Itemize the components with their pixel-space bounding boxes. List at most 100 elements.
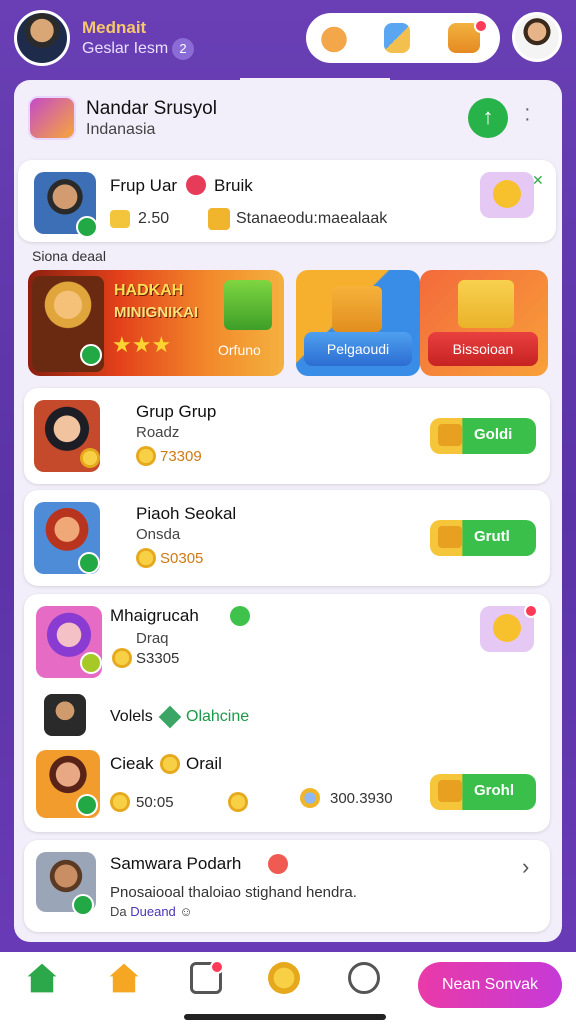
ticket-icon <box>110 210 130 228</box>
game-title: Piaoh Seokal <box>136 504 237 523</box>
chest-icon <box>438 780 462 802</box>
profile-card-text: Stanaeodu:maealaak <box>236 210 388 227</box>
diamond-icon <box>158 705 182 729</box>
user-subtitle: Geslar Iesm <box>82 40 169 57</box>
panel-notch <box>240 78 390 90</box>
notification-dot <box>524 604 538 618</box>
check-badge-icon <box>80 344 102 366</box>
house-icon[interactable] <box>109 963 139 993</box>
game-subtitle: Draq <box>136 630 169 647</box>
game-subtitle: Roadz <box>136 424 180 441</box>
chevron-right-icon[interactable]: › <box>522 854 529 880</box>
volume-label: Volels <box>110 708 153 725</box>
user-name: Mednait <box>82 18 147 37</box>
profile-card-value: 2.50 <box>138 210 170 227</box>
coin-icon <box>112 648 132 668</box>
story-title: Samwara Podarh <box>110 854 242 873</box>
game-coin-value: S0305 <box>160 550 204 567</box>
verified-icon <box>230 606 250 626</box>
banner-gift-button[interactable]: Pelgaoudi <box>304 332 412 366</box>
get-button[interactable]: Grutl <box>430 520 536 556</box>
chest-icon <box>438 526 462 548</box>
profile-card-title-2: Bruik <box>214 176 253 195</box>
cat-icon[interactable] <box>318 23 350 53</box>
check-badge-icon <box>80 652 102 674</box>
group-title: Nandar Srusyol <box>86 98 217 119</box>
get-button[interactable]: Grohl <box>430 774 536 810</box>
check-title-2: Orail <box>186 754 222 773</box>
treasure-icon <box>208 208 230 230</box>
home-icon[interactable] <box>27 963 57 993</box>
get-button-label: Grutl <box>474 528 510 545</box>
home-indicator <box>184 1014 386 1020</box>
arrow-up-button[interactable]: ↑ <box>468 98 508 138</box>
coin-icon <box>160 754 180 774</box>
promo-banner-main[interactable]: HADKAH MINIGNIKAI ★★★ Orfuno <box>28 270 284 376</box>
banner-line-2: MINIGNIKAI <box>114 304 199 321</box>
check-score: 300.3930 <box>330 790 393 807</box>
check-title: Cieak <box>110 754 154 773</box>
more-options-icon[interactable]: · · <box>524 99 531 129</box>
banner-chest-button[interactable]: Bissoioan <box>428 332 538 366</box>
story-meta-link[interactable]: Dueand <box>130 904 176 919</box>
check-badge-icon <box>78 552 100 574</box>
get-button-label: Grohl <box>474 782 514 799</box>
coin-icon <box>136 548 156 568</box>
notification-count-badge: 2 <box>172 38 194 60</box>
game-coin-value: S3305 <box>136 650 180 667</box>
emoji-icon: ☺ <box>179 904 193 919</box>
emoji-sticker-icon[interactable] <box>480 172 534 218</box>
check-value: 50:05 <box>136 794 174 811</box>
volume-value: Olahcine <box>186 708 250 725</box>
coin-icon[interactable] <box>268 962 300 994</box>
heart-icon <box>268 854 288 874</box>
profile-card[interactable]: Frup Uar Bruik 2.50 Stanaeodu:maealaak ✕ <box>18 160 556 242</box>
cta-button[interactable]: Nean Sonvak <box>418 962 562 1008</box>
coin-icon <box>110 792 130 812</box>
game-title: Mhaigrucah <box>110 606 199 625</box>
game-coin-value: 73309 <box>160 448 202 465</box>
quick-actions-pill <box>306 13 500 63</box>
banner-line-1: HADKAH <box>114 282 184 299</box>
check-badge-icon <box>72 894 94 916</box>
online-badge-icon <box>76 216 98 238</box>
document-icon[interactable] <box>384 23 410 53</box>
coin-badge-icon <box>80 448 100 468</box>
gift-box-icon <box>332 286 382 332</box>
volume-avatar <box>44 694 86 736</box>
profile-card-title: Frup Uar <box>110 176 178 195</box>
user-icon[interactable] <box>348 962 380 994</box>
featured-game-card[interactable]: Mhaigrucah Draq S3305 Volels Olahcine Ci… <box>24 594 550 832</box>
coin-stack-icon <box>300 788 320 808</box>
group-header: Nandar Srusyol Indanasia ↑ · · <box>16 90 560 156</box>
section-label: Siona deaal <box>32 248 106 264</box>
get-button[interactable]: Goldi <box>430 418 536 454</box>
coin-icon <box>228 792 248 812</box>
story-meta: Da Dueand ☺ <box>110 904 193 919</box>
game-card[interactable]: Piaoh Seokal Onsda S0305 Grutl <box>24 490 550 586</box>
heart-icon <box>186 175 206 195</box>
chest-icon <box>438 424 462 446</box>
group-icon <box>28 96 76 140</box>
check-badge-icon <box>76 794 98 816</box>
game-card[interactable]: Grup Grup Roadz 73309 Goldi <box>24 388 550 484</box>
group-subtitle: Indanasia <box>86 121 156 138</box>
story-meta-prefix: Da <box>110 904 127 919</box>
profile-avatar[interactable] <box>512 12 562 62</box>
close-icon[interactable]: ✕ <box>532 172 544 189</box>
stars-icon: ★★★ <box>112 332 172 357</box>
gift-icon <box>224 280 272 330</box>
game-subtitle: Onsda <box>136 526 181 543</box>
promo-banner-gift[interactable]: Pelgaoudi <box>296 270 420 376</box>
banner-caption: Orfuno <box>218 342 261 358</box>
coin-icon <box>136 446 156 466</box>
notification-dot <box>210 960 224 974</box>
user-avatar[interactable] <box>14 10 70 66</box>
treasure-chest-icon <box>458 280 514 328</box>
promo-banner-chest[interactable]: Bissoioan <box>420 270 548 376</box>
story-card[interactable]: Samwara Podarh Pnosaiooal thaloiao stigh… <box>24 840 550 932</box>
get-button-label: Goldi <box>474 426 513 443</box>
story-description: Pnosaiooal thaloiao stighand hendra. <box>110 884 357 901</box>
game-title: Grup Grup <box>136 402 217 421</box>
top-bar: Mednait Geslar Iesm 2 <box>0 0 576 80</box>
